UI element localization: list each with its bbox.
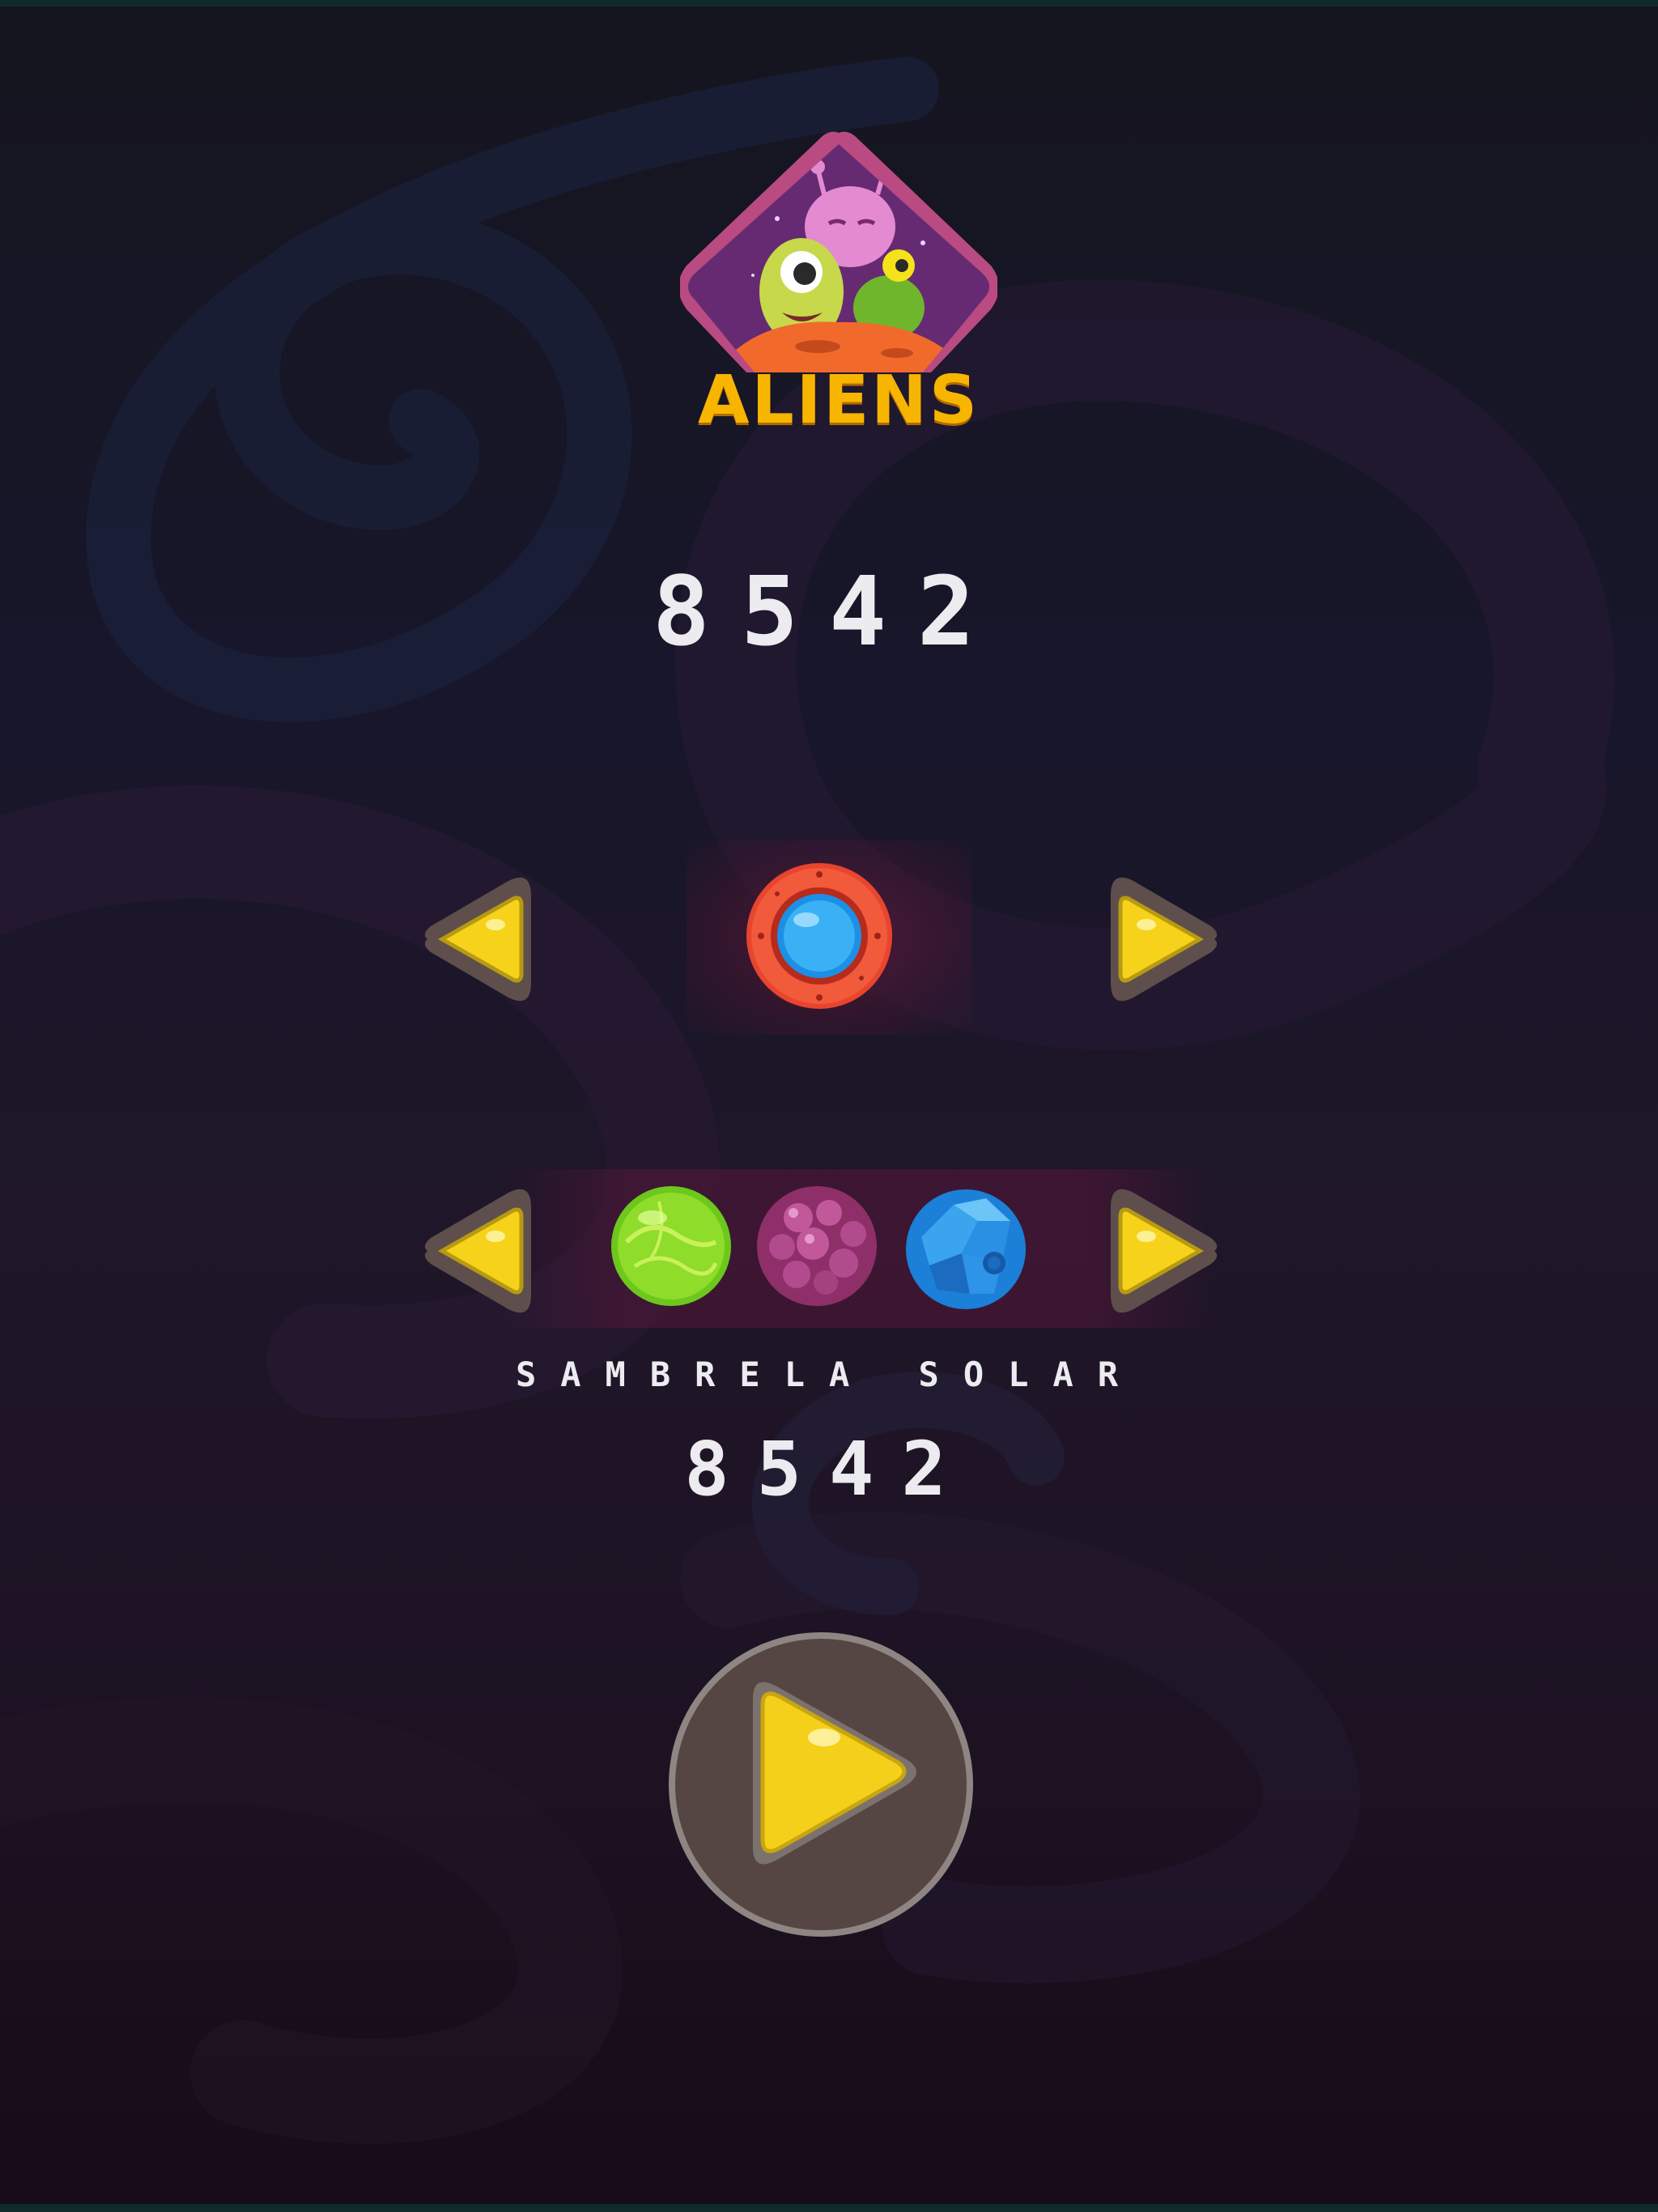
blue-crystal-planet-icon	[906, 1189, 1026, 1309]
planet-option-2[interactable]	[756, 1185, 878, 1307]
aliens-logo-badge	[680, 131, 997, 372]
triangle-right-icon	[1111, 1189, 1218, 1313]
planet-option-3[interactable]	[905, 1189, 1027, 1310]
spaceship-porthole-icon	[746, 863, 892, 1009]
triangle-left-icon	[424, 877, 531, 1002]
triangle-right-icon	[1111, 877, 1218, 1002]
planet-score: 8542	[684, 1426, 974, 1512]
triangle-left-icon	[424, 1189, 531, 1313]
planet-name: SAMBRELA SOLAR	[515, 1355, 1142, 1394]
ship-next-button[interactable]	[1103, 874, 1224, 1004]
ship-score: 8542	[652, 555, 1006, 667]
selected-ship[interactable]	[745, 861, 894, 1010]
planet-next-button[interactable]	[1103, 1186, 1224, 1316]
play-button[interactable]	[665, 1629, 976, 1940]
logo-title: ALIENS	[698, 362, 980, 439]
planet-prev-button[interactable]	[418, 1186, 539, 1316]
pink-blob-planet-icon	[757, 1186, 877, 1306]
game-screen: ALIENS 8542 SAMBRELA SOLAR 8542	[0, 0, 1658, 2212]
green-slime-planet-icon	[611, 1186, 731, 1306]
ship-prev-button[interactable]	[418, 874, 539, 1004]
bottom-edge-strip	[0, 2204, 1658, 2212]
planet-option-1[interactable]	[610, 1185, 732, 1307]
